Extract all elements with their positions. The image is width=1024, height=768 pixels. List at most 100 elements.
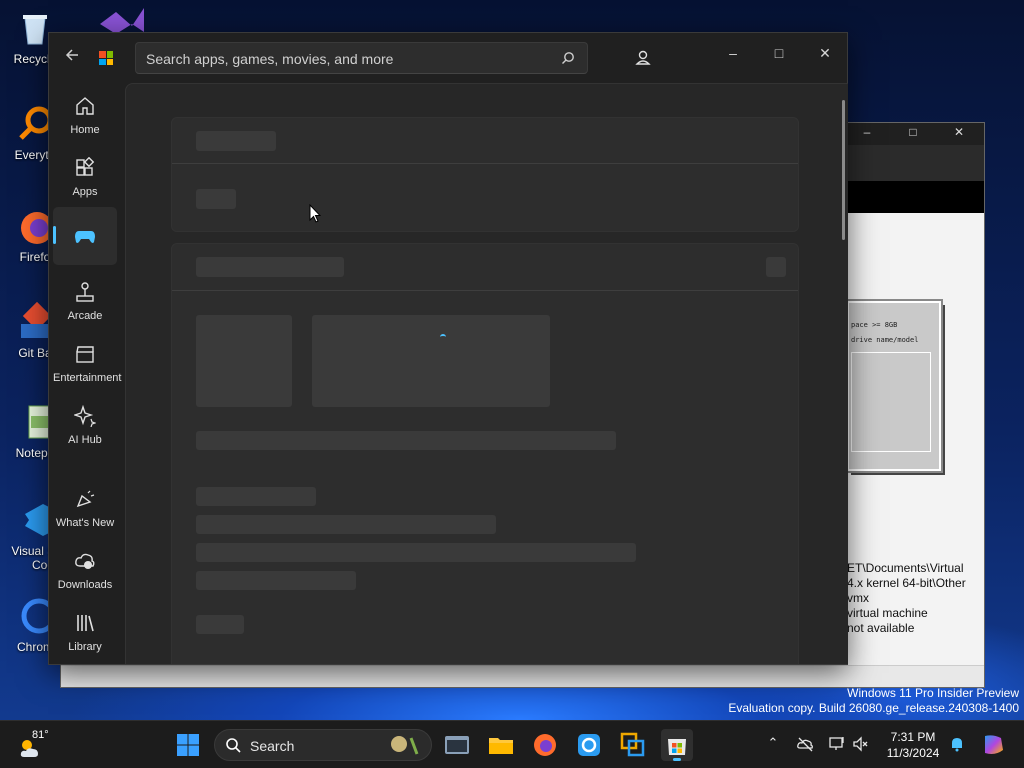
clapperboard-icon	[76, 346, 94, 363]
taskbar-search[interactable]: Search	[214, 729, 432, 761]
nav-label: Home	[70, 124, 100, 136]
maximize-button[interactable]: □	[767, 41, 791, 65]
search-icon	[226, 738, 241, 753]
home-icon	[76, 97, 94, 115]
skeleton-block	[196, 431, 616, 450]
taskbar-app-microsoft-store[interactable]	[661, 729, 693, 761]
clock-date: 11/3/2024	[886, 746, 940, 760]
vm-maximize-button[interactable]: □	[903, 125, 923, 139]
vm-screen-preview[interactable]: pace >= 8GB drive name/model	[847, 301, 941, 471]
volume-muted-icon[interactable]	[852, 735, 870, 753]
vm-details: ET\Documents\Virtual 4.x kernel 64-bit\O…	[847, 561, 985, 636]
loading-spinner-icon	[440, 334, 446, 340]
search-icon[interactable]	[561, 51, 575, 65]
watermark-line: Evaluation copy. Build 26080.ge_release.…	[728, 701, 1019, 715]
vm-minimize-button[interactable]: –	[857, 125, 877, 139]
nav-label: What's New	[55, 517, 115, 529]
network-icon[interactable]	[828, 735, 846, 753]
skeleton-block	[196, 131, 276, 151]
skeleton-block	[766, 257, 786, 277]
sparkle-icon	[72, 404, 97, 428]
nav-label: Library	[68, 641, 102, 653]
taskbar-search-label: Search	[250, 738, 295, 754]
minimize-button[interactable]: –	[721, 41, 745, 65]
skeleton-block	[196, 487, 316, 506]
nav-item-whats-new[interactable]: What's New	[53, 478, 117, 536]
nav-item-apps[interactable]: Apps	[53, 147, 117, 205]
taskbar-app-sync[interactable]	[573, 729, 605, 761]
store-content-area[interactable]	[125, 83, 848, 664]
active-indicator	[53, 226, 56, 244]
firefox-icon	[534, 734, 556, 756]
windows-watermark: Windows 11 Pro Insider Preview Evaluatio…	[728, 686, 1019, 716]
store-bag-icon	[668, 739, 686, 755]
microsoft-store-window[interactable]: – □ ✕ Home Apps Arcade Entertainment AI …	[48, 32, 848, 665]
nav-item-library[interactable]: Library	[53, 602, 117, 660]
store-nav-rail: Home Apps Arcade Entertainment AI Hub Wh…	[49, 83, 125, 664]
sync-app-icon	[578, 734, 600, 756]
search-highlight-icon	[391, 736, 419, 755]
vm-close-button[interactable]: ✕	[949, 125, 969, 139]
card-divider	[172, 290, 798, 291]
taskbar-app-terminal[interactable]	[441, 729, 473, 761]
library-icon	[77, 615, 94, 632]
nav-label: Downloads	[57, 579, 113, 591]
taskbar-app-firefox[interactable]	[529, 729, 561, 761]
watermark-line: Windows 11 Pro Insider Preview	[847, 686, 1019, 700]
windows-logo-icon	[177, 734, 199, 756]
back-button[interactable]	[61, 47, 83, 69]
weather-widget[interactable]: 81°	[18, 729, 58, 761]
nav-item-ai-hub[interactable]: AI Hub	[53, 395, 117, 453]
skeleton-block	[196, 571, 356, 590]
onedrive-offline-icon[interactable]	[796, 735, 814, 753]
vm-detail-line: vmx	[847, 591, 869, 605]
skeleton-block	[196, 189, 236, 209]
vm-detail-line: 4.x kernel 64-bit\Other	[847, 576, 966, 590]
nav-label: AI Hub	[68, 434, 102, 446]
show-hidden-icons-chevron-up-icon[interactable]: ⌃	[764, 735, 782, 753]
mouse-cursor-icon	[309, 204, 321, 223]
start-button[interactable]	[172, 729, 204, 761]
folder-icon	[489, 738, 513, 754]
taskbar-app-file-explorer[interactable]	[485, 729, 517, 761]
skeleton-block	[196, 257, 344, 277]
taskbar: 81° Search ⌃ 7:31 PM 11/3/2024	[0, 720, 1024, 768]
vm-screen-panel	[851, 352, 931, 452]
joystick-icon	[76, 282, 94, 302]
system-clock[interactable]: 7:31 PM 11/3/2024	[878, 729, 948, 761]
skeleton-block	[312, 315, 550, 407]
terminal-icon	[445, 736, 469, 754]
nav-item-gaming[interactable]	[53, 207, 117, 265]
skeleton-block	[196, 543, 636, 562]
vm-statusbar	[61, 665, 984, 687]
gamepad-icon	[75, 231, 95, 243]
copilot-icon[interactable]	[980, 732, 1006, 758]
vmware-icon	[620, 732, 645, 757]
notification-bell-icon[interactable]	[948, 735, 966, 753]
taskbar-app-vmware[interactable]	[617, 729, 649, 761]
arrow-left-icon	[65, 49, 78, 61]
clock-time: 7:31 PM	[890, 730, 936, 744]
search-input[interactable]	[146, 49, 546, 69]
nav-item-entertainment[interactable]: Entertainment	[53, 333, 121, 391]
nav-label: Arcade	[67, 310, 103, 322]
active-app-indicator	[673, 758, 681, 761]
skeleton-card	[171, 117, 799, 232]
nav-item-arcade[interactable]: Arcade	[53, 271, 117, 329]
store-logo-icon	[99, 51, 113, 65]
skeleton-block	[196, 515, 496, 534]
close-button[interactable]: ✕	[813, 41, 837, 65]
skeleton-block	[196, 615, 244, 634]
account-icon[interactable]	[633, 48, 653, 68]
vm-screen-line: drive name/model	[851, 336, 919, 344]
vm-detail-line: ET\Documents\Virtual	[847, 561, 964, 575]
nav-item-downloads[interactable]: Downloads	[53, 540, 117, 598]
apps-icon	[76, 156, 95, 176]
search-box[interactable]	[135, 42, 588, 74]
card-divider	[172, 163, 798, 164]
vm-screen-line: pace >= 8GB	[851, 321, 898, 329]
nav-item-home[interactable]: Home	[53, 85, 117, 143]
cloud-download-icon	[75, 553, 95, 569]
content-scrollbar[interactable]	[842, 100, 845, 240]
vm-detail-line: virtual machine	[847, 606, 928, 620]
